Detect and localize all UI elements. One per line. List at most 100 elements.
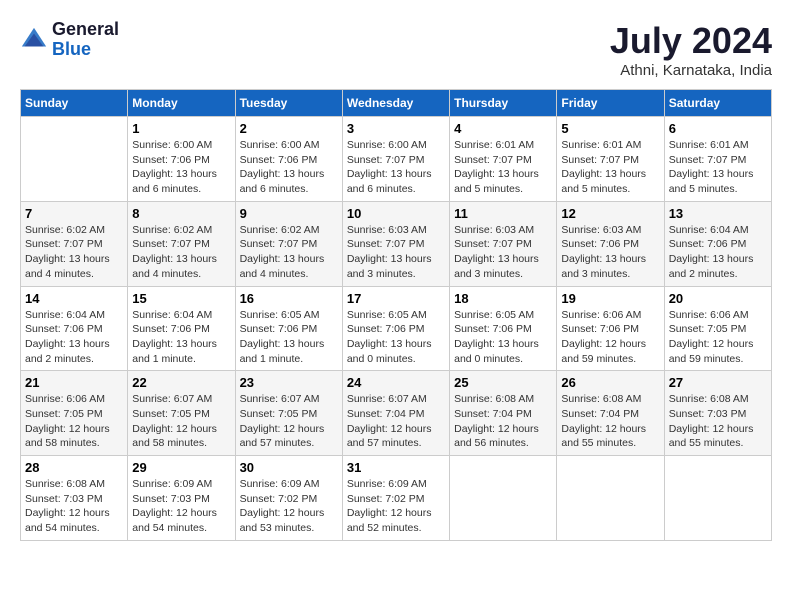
day-cell: 25 Sunrise: 6:08 AM Sunset: 7:04 PM Dayli… [450, 371, 557, 456]
day-info: Sunrise: 6:07 AM Sunset: 7:04 PM Dayligh… [347, 392, 445, 451]
col-header-monday: Monday [128, 90, 235, 117]
location: Athni, Karnataka, India [610, 62, 772, 79]
day-cell: 26Sunrise: 6:08 AM Sunset: 7:04 PM Dayli… [557, 371, 664, 456]
day-info: Sunrise: 6:06 AM Sunset: 7:06 PM Dayligh… [561, 308, 659, 367]
day-cell: 31 Sunrise: 6:09 AM Sunset: 7:02 PM Dayli… [342, 456, 449, 541]
day-number: 27 [669, 375, 767, 390]
day-number: 19 [561, 291, 659, 306]
day-cell: 3 Sunrise: 6:00 AM Sunset: 7:07 PM Daylig… [342, 117, 449, 202]
day-number: 5 [561, 121, 659, 136]
day-number: 4 [454, 121, 552, 136]
day-number: 8 [132, 206, 230, 221]
day-info: Sunrise: 6:03 AM Sunset: 7:07 PM Dayligh… [347, 223, 445, 282]
logo: General Blue [20, 20, 119, 60]
day-info: Sunrise: 6:08 AM Sunset: 7:03 PM Dayligh… [669, 392, 767, 451]
day-info: Sunrise: 6:09 AM Sunset: 7:02 PM Dayligh… [347, 477, 445, 536]
day-info: Sunrise: 6:06 AM Sunset: 7:05 PM Dayligh… [669, 308, 767, 367]
day-cell: 4 Sunrise: 6:01 AM Sunset: 7:07 PM Daylig… [450, 117, 557, 202]
week-row: 28Sunrise: 6:08 AM Sunset: 7:03 PM Dayli… [21, 456, 772, 541]
day-cell [664, 456, 771, 541]
day-info: Sunrise: 6:03 AM Sunset: 7:06 PM Dayligh… [561, 223, 659, 282]
title-block: July 2024 Athni, Karnataka, India [610, 20, 772, 79]
day-number: 17 [347, 291, 445, 306]
logo-icon [20, 26, 48, 54]
day-number: 23 [240, 375, 338, 390]
day-cell: 9 Sunrise: 6:02 AM Sunset: 7:07 PM Daylig… [235, 201, 342, 286]
header-row: SundayMondayTuesdayWednesdayThursdayFrid… [21, 90, 772, 117]
col-header-saturday: Saturday [664, 90, 771, 117]
page-header: General Blue July 2024 Athni, Karnataka,… [20, 20, 772, 79]
week-row: 21Sunrise: 6:06 AM Sunset: 7:05 PM Dayli… [21, 371, 772, 456]
day-cell: 7Sunrise: 6:02 AM Sunset: 7:07 PM Daylig… [21, 201, 128, 286]
day-number: 22 [132, 375, 230, 390]
day-number: 9 [240, 206, 338, 221]
day-number: 12 [561, 206, 659, 221]
day-info: Sunrise: 6:06 AM Sunset: 7:05 PM Dayligh… [25, 392, 123, 451]
day-info: Sunrise: 6:00 AM Sunset: 7:06 PM Dayligh… [132, 138, 230, 197]
day-cell: 24 Sunrise: 6:07 AM Sunset: 7:04 PM Dayli… [342, 371, 449, 456]
day-number: 29 [132, 460, 230, 475]
day-number: 10 [347, 206, 445, 221]
week-row: 7Sunrise: 6:02 AM Sunset: 7:07 PM Daylig… [21, 201, 772, 286]
col-header-sunday: Sunday [21, 90, 128, 117]
day-number: 14 [25, 291, 123, 306]
day-number: 24 [347, 375, 445, 390]
week-row: 1Sunrise: 6:00 AM Sunset: 7:06 PM Daylig… [21, 117, 772, 202]
day-info: Sunrise: 6:07 AM Sunset: 7:05 PM Dayligh… [240, 392, 338, 451]
logo-text: General Blue [52, 20, 119, 60]
day-info: Sunrise: 6:01 AM Sunset: 7:07 PM Dayligh… [454, 138, 552, 197]
day-number: 6 [669, 121, 767, 136]
day-number: 18 [454, 291, 552, 306]
day-number: 15 [132, 291, 230, 306]
day-cell: 28Sunrise: 6:08 AM Sunset: 7:03 PM Dayli… [21, 456, 128, 541]
col-header-tuesday: Tuesday [235, 90, 342, 117]
day-cell: 20 Sunrise: 6:06 AM Sunset: 7:05 PM Dayli… [664, 286, 771, 371]
day-info: Sunrise: 6:01 AM Sunset: 7:07 PM Dayligh… [669, 138, 767, 197]
day-cell: 19 Sunrise: 6:06 AM Sunset: 7:06 PM Dayli… [557, 286, 664, 371]
day-cell: 14 Sunrise: 6:04 AM Sunset: 7:06 PM Dayli… [21, 286, 128, 371]
day-cell: 1Sunrise: 6:00 AM Sunset: 7:06 PM Daylig… [128, 117, 235, 202]
day-info: Sunrise: 6:02 AM Sunset: 7:07 PM Dayligh… [240, 223, 338, 282]
day-number: 31 [347, 460, 445, 475]
day-info: Sunrise: 6:02 AM Sunset: 7:07 PM Dayligh… [132, 223, 230, 282]
day-info: Sunrise: 6:05 AM Sunset: 7:06 PM Dayligh… [347, 308, 445, 367]
day-info: Sunrise: 6:00 AM Sunset: 7:07 PM Dayligh… [347, 138, 445, 197]
day-cell: 30 Sunrise: 6:09 AM Sunset: 7:02 PM Dayli… [235, 456, 342, 541]
day-info: Sunrise: 6:04 AM Sunset: 7:06 PM Dayligh… [669, 223, 767, 282]
day-cell: 27 Sunrise: 6:08 AM Sunset: 7:03 PM Dayli… [664, 371, 771, 456]
day-number: 30 [240, 460, 338, 475]
day-cell: 18 Sunrise: 6:05 AM Sunset: 7:06 PM Dayli… [450, 286, 557, 371]
day-cell: 8 Sunrise: 6:02 AM Sunset: 7:07 PM Daylig… [128, 201, 235, 286]
day-number: 20 [669, 291, 767, 306]
day-cell: 2Sunrise: 6:00 AM Sunset: 7:06 PM Daylig… [235, 117, 342, 202]
day-cell: 11 Sunrise: 6:03 AM Sunset: 7:07 PM Dayli… [450, 201, 557, 286]
day-info: Sunrise: 6:09 AM Sunset: 7:02 PM Dayligh… [240, 477, 338, 536]
calendar-table: SundayMondayTuesdayWednesdayThursdayFrid… [20, 89, 772, 541]
day-info: Sunrise: 6:02 AM Sunset: 7:07 PM Dayligh… [25, 223, 123, 282]
day-cell: 10 Sunrise: 6:03 AM Sunset: 7:07 PM Dayli… [342, 201, 449, 286]
day-cell: 21Sunrise: 6:06 AM Sunset: 7:05 PM Dayli… [21, 371, 128, 456]
day-number: 3 [347, 121, 445, 136]
day-cell [21, 117, 128, 202]
day-number: 16 [240, 291, 338, 306]
day-number: 11 [454, 206, 552, 221]
day-number: 2 [240, 121, 338, 136]
day-number: 25 [454, 375, 552, 390]
day-cell: 17 Sunrise: 6:05 AM Sunset: 7:06 PM Dayli… [342, 286, 449, 371]
day-cell: 16 Sunrise: 6:05 AM Sunset: 7:06 PM Dayli… [235, 286, 342, 371]
day-cell [450, 456, 557, 541]
day-info: Sunrise: 6:04 AM Sunset: 7:06 PM Dayligh… [132, 308, 230, 367]
day-info: Sunrise: 6:05 AM Sunset: 7:06 PM Dayligh… [240, 308, 338, 367]
day-number: 28 [25, 460, 123, 475]
day-cell: 12 Sunrise: 6:03 AM Sunset: 7:06 PM Dayli… [557, 201, 664, 286]
day-info: Sunrise: 6:08 AM Sunset: 7:04 PM Dayligh… [561, 392, 659, 451]
day-cell: 6 Sunrise: 6:01 AM Sunset: 7:07 PM Daylig… [664, 117, 771, 202]
day-info: Sunrise: 6:03 AM Sunset: 7:07 PM Dayligh… [454, 223, 552, 282]
day-cell: 15 Sunrise: 6:04 AM Sunset: 7:06 PM Dayli… [128, 286, 235, 371]
day-info: Sunrise: 6:09 AM Sunset: 7:03 PM Dayligh… [132, 477, 230, 536]
day-info: Sunrise: 6:08 AM Sunset: 7:04 PM Dayligh… [454, 392, 552, 451]
day-cell: 13Sunrise: 6:04 AM Sunset: 7:06 PM Dayli… [664, 201, 771, 286]
day-info: Sunrise: 6:05 AM Sunset: 7:06 PM Dayligh… [454, 308, 552, 367]
day-info: Sunrise: 6:04 AM Sunset: 7:06 PM Dayligh… [25, 308, 123, 367]
col-header-thursday: Thursday [450, 90, 557, 117]
